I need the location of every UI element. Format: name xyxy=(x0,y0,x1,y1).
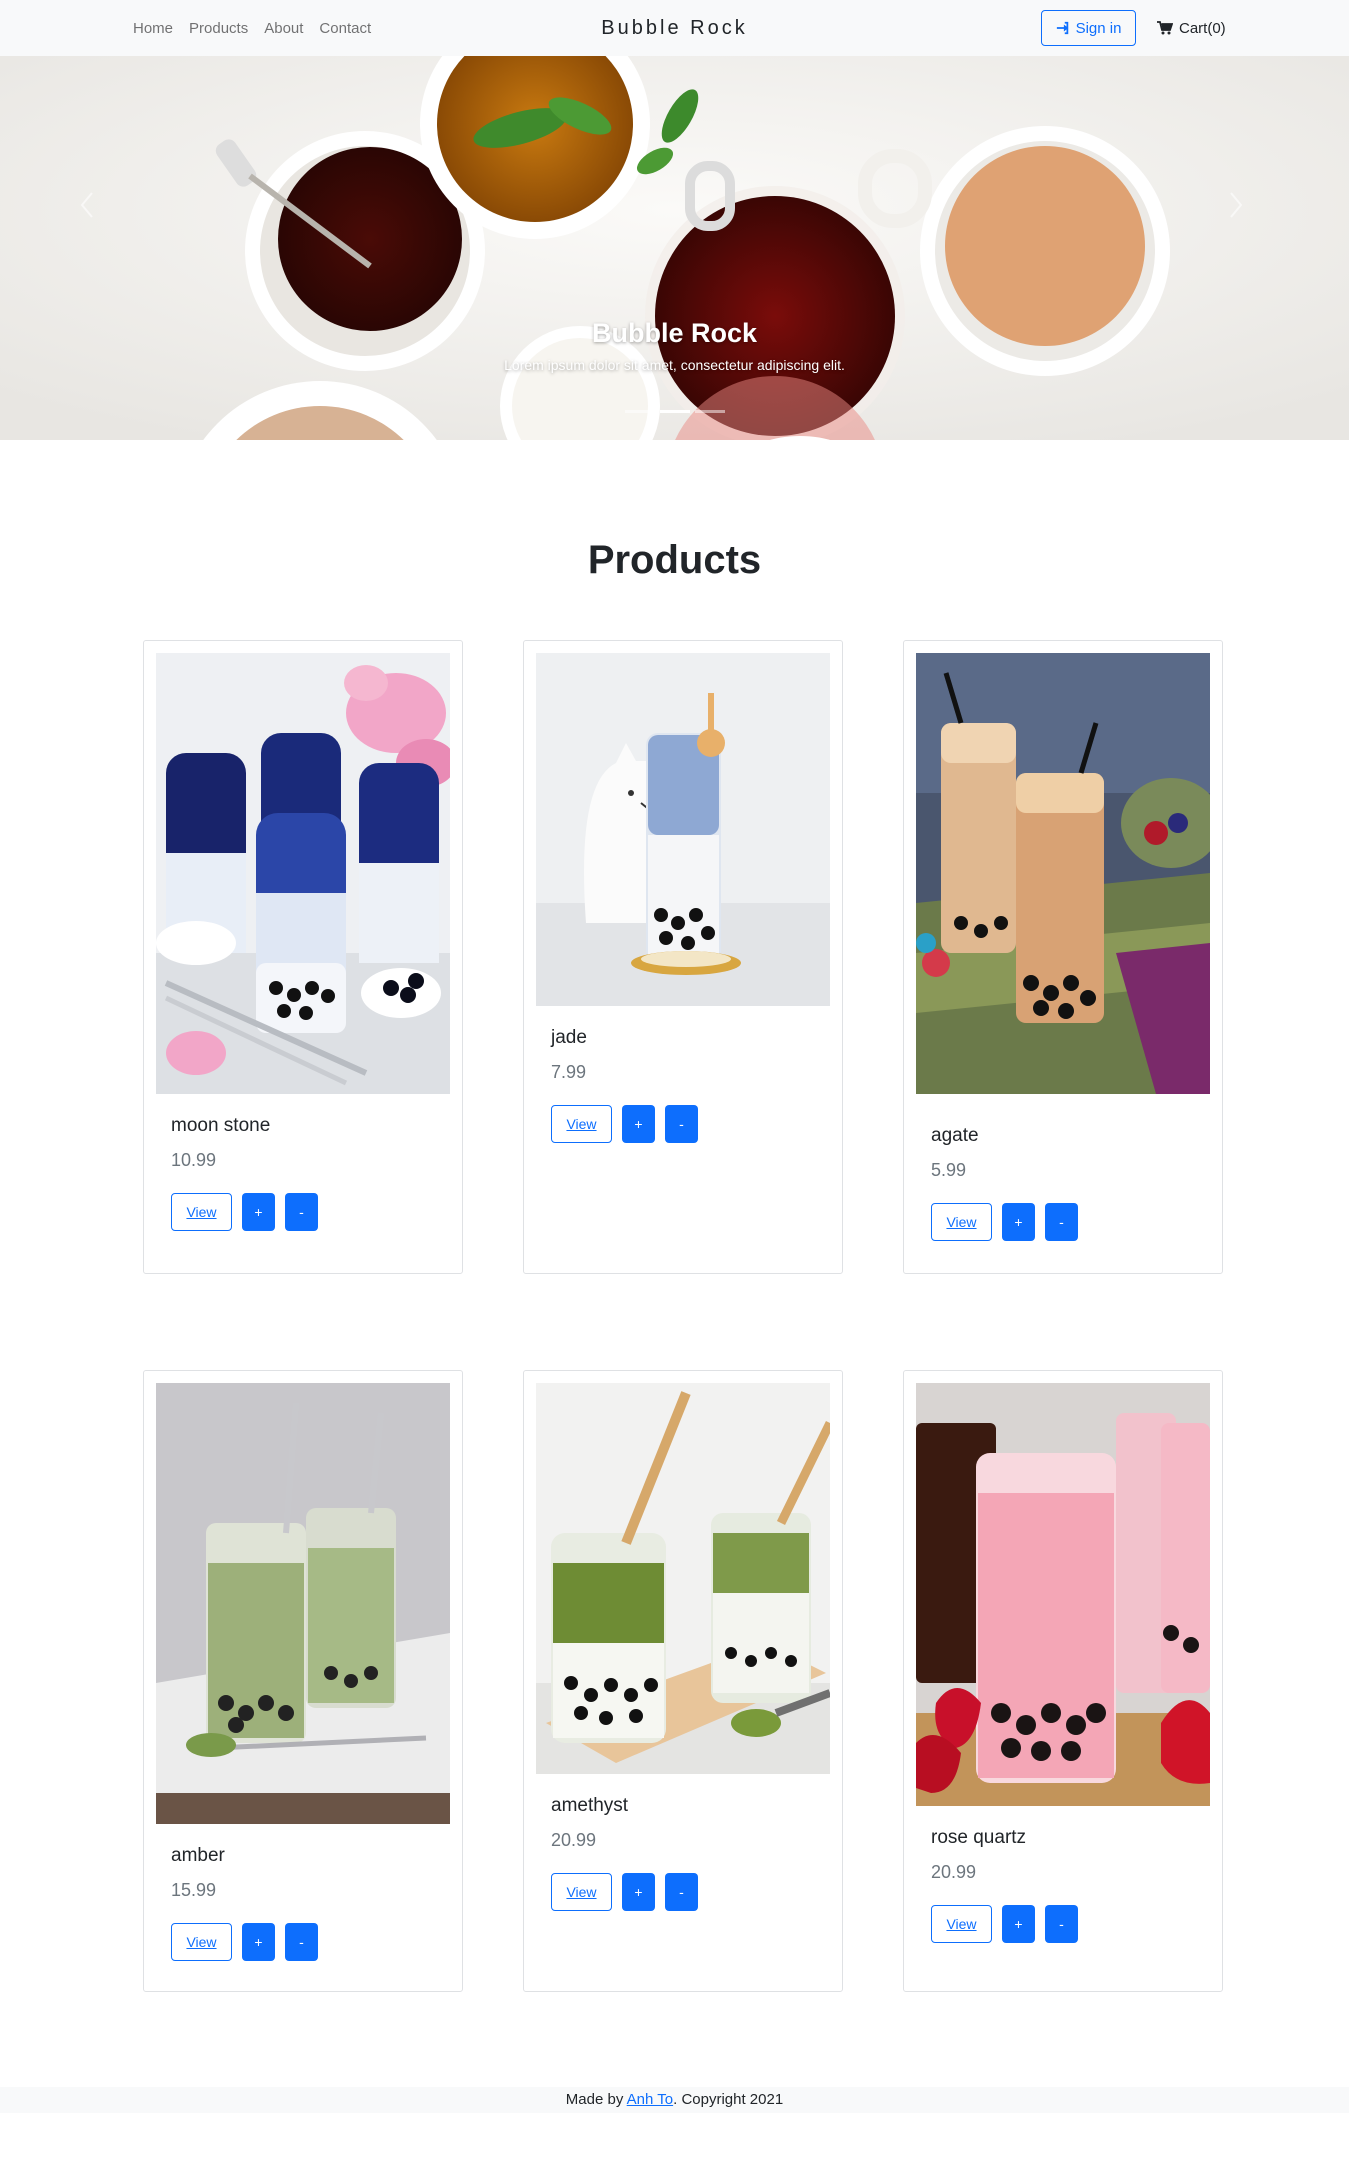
view-button[interactable]: View xyxy=(931,1203,992,1241)
add-button[interactable]: + xyxy=(622,1873,655,1911)
carousel-caption: Bubble Rock Lorem ipsum dolor sit amet, … xyxy=(0,318,1349,373)
product-photo xyxy=(156,653,450,1094)
product-card: amber 15.99 View + - xyxy=(143,1370,463,1992)
product-image xyxy=(916,1383,1210,1806)
sign-in-label: Sign in xyxy=(1075,19,1122,37)
carousel-indicator-active[interactable] xyxy=(659,410,690,413)
add-button[interactable]: + xyxy=(622,1105,655,1143)
product-actions: View + - xyxy=(931,1203,1078,1241)
remove-button[interactable]: - xyxy=(665,1873,698,1911)
view-button[interactable]: View xyxy=(551,1873,612,1911)
product-card: rose quartz 20.99 View + - xyxy=(903,1370,1223,1992)
sign-in-icon xyxy=(1056,21,1068,35)
product-name: rose quartz xyxy=(931,1827,1027,1848)
product-name: amber xyxy=(171,1845,225,1866)
carousel-caption-text: Lorem ipsum dolor sit amet, consectetur … xyxy=(504,357,845,373)
add-button[interactable]: + xyxy=(242,1923,275,1961)
product-card: moon stone 10.99 View + - xyxy=(143,640,463,1274)
product-photo xyxy=(536,1383,830,1774)
navbar: Home Products About Contact Bubble Rock … xyxy=(0,0,1349,56)
product-image xyxy=(156,653,450,1094)
product-price: 10.99 xyxy=(171,1150,217,1170)
product-card: jade 7.99 View + - xyxy=(523,640,843,1274)
product-photo xyxy=(156,1383,450,1824)
remove-button[interactable]: - xyxy=(665,1105,698,1143)
nav-link-contact[interactable]: Contact xyxy=(319,20,371,37)
view-button[interactable]: View xyxy=(171,1923,232,1961)
product-photo xyxy=(916,653,1210,1094)
product-actions: View + - xyxy=(171,1193,318,1231)
products-heading: Products xyxy=(587,538,762,582)
product-price: 15.99 xyxy=(171,1880,217,1900)
product-price: 20.99 xyxy=(551,1830,597,1850)
remove-button[interactable]: - xyxy=(285,1193,318,1231)
remove-button[interactable]: - xyxy=(1045,1203,1078,1241)
carousel-prev-button[interactable] xyxy=(80,191,120,261)
view-button[interactable]: View xyxy=(171,1193,232,1231)
cart-label: Cart(0) xyxy=(1179,19,1226,37)
product-price: 20.99 xyxy=(931,1862,977,1882)
carousel-caption-title: Bubble Rock xyxy=(591,318,758,348)
product-name: moon stone xyxy=(171,1115,271,1136)
add-button[interactable]: + xyxy=(1002,1905,1035,1943)
cart-icon xyxy=(1157,21,1173,35)
footer: Made by Anh To. Copyright 2021 xyxy=(0,2087,1349,2113)
view-button[interactable]: View xyxy=(931,1905,992,1943)
product-name: amethyst xyxy=(551,1795,629,1816)
product-price: 5.99 xyxy=(931,1160,967,1180)
cart-link[interactable]: Cart(0) xyxy=(1157,0,1226,56)
product-actions: View + - xyxy=(551,1105,698,1143)
footer-author-link[interactable]: Anh To xyxy=(627,2091,673,2108)
product-card: amethyst 20.99 View + - xyxy=(523,1370,843,1992)
chevron-left-icon xyxy=(80,192,93,218)
product-name: agate xyxy=(931,1125,979,1146)
product-actions: View + - xyxy=(931,1905,1078,1943)
footer-prefix: Made by xyxy=(565,2091,627,2108)
product-actions: View + - xyxy=(171,1923,318,1961)
nav-link-home[interactable]: Home xyxy=(133,20,173,37)
carousel-indicator[interactable] xyxy=(694,410,725,413)
sign-in-button[interactable]: Sign in xyxy=(1041,10,1136,46)
view-button[interactable]: View xyxy=(551,1105,612,1143)
nav-links: Home Products About Contact xyxy=(133,0,371,56)
hero-carousel: Bubble Rock Lorem ipsum dolor sit amet, … xyxy=(0,56,1349,440)
add-button[interactable]: + xyxy=(1002,1203,1035,1241)
product-actions: View + - xyxy=(551,1873,698,1911)
product-image xyxy=(536,1383,830,1774)
product-name: jade xyxy=(551,1027,587,1048)
product-image xyxy=(536,653,830,1006)
product-card: agate 5.99 View + - xyxy=(903,640,1223,1274)
product-image xyxy=(916,653,1210,1094)
product-price: 7.99 xyxy=(551,1062,587,1082)
carousel-indicator[interactable] xyxy=(624,410,655,413)
nav-link-products[interactable]: Products xyxy=(189,20,248,37)
carousel-next-button[interactable] xyxy=(1229,191,1269,261)
product-image xyxy=(156,1383,450,1824)
product-photo xyxy=(916,1383,1210,1806)
remove-button[interactable]: - xyxy=(285,1923,318,1961)
add-button[interactable]: + xyxy=(242,1193,275,1231)
chevron-right-icon xyxy=(1230,192,1243,218)
footer-suffix: . Copyright 2021 xyxy=(673,2091,784,2108)
remove-button[interactable]: - xyxy=(1045,1905,1078,1943)
nav-link-about[interactable]: About xyxy=(264,20,303,37)
carousel-indicators xyxy=(0,410,1349,413)
product-photo xyxy=(536,653,830,1006)
hero-image xyxy=(0,56,1349,440)
